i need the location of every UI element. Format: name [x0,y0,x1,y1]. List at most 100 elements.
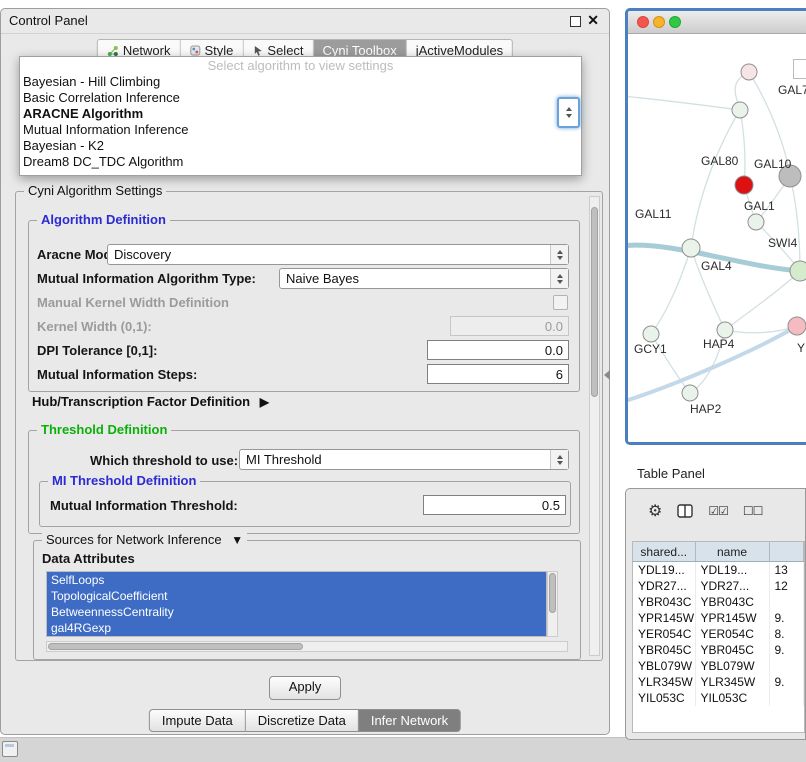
hub-definition-expander[interactable]: Hub/Transcription Factor Definition ▶ [32,394,269,409]
float-window-icon[interactable] [570,16,581,27]
gear-icon[interactable]: ⚙ [648,501,662,521]
settings-scrollbar-thumb[interactable] [591,207,598,397]
combo-stepper-icon[interactable] [550,245,568,264]
attribute-list-hscrollbar[interactable] [46,641,568,652]
table-panel-window: ⚙ ☑☑ ☐☐ shared... name YDL19...YDL19...1… [625,488,806,740]
apply-button[interactable]: Apply [269,676,341,700]
close-traffic-light[interactable] [637,16,649,28]
network-node[interactable] [790,261,806,281]
network-node[interactable] [741,64,757,80]
network-node[interactable] [735,176,753,194]
network-node[interactable] [788,317,806,335]
mi-algorithm-type-select[interactable]: Naive Bayes [279,268,569,289]
attribute-list-scrollbar-thumb[interactable] [549,573,556,613]
zoom-traffic-light[interactable] [669,16,681,28]
kernel-width-label: Kernel Width (0,1): [37,319,152,334]
aracne-mode-value: Discovery [108,247,550,262]
stepper-down-icon[interactable] [566,114,572,118]
attribute-list-scrollbar[interactable] [547,571,558,637]
mi-threshold-field[interactable]: 0.5 [423,495,566,515]
settings-scrollbar[interactable] [589,196,600,656]
table-cell: YLR345W [633,674,695,690]
columns-icon[interactable] [677,504,693,518]
table-cell: YDL19... [633,562,695,579]
expand-right-icon[interactable]: ▶ [260,395,269,409]
attribute-item[interactable]: TopologicalCoefficient [47,588,546,604]
tab-impute-data[interactable]: Impute Data [149,709,246,732]
stepper-up-icon[interactable] [566,107,572,111]
column-header-shared-name[interactable]: shared... [633,542,695,562]
minimized-panel-icon[interactable] [2,741,18,757]
dropdown-item[interactable]: Mutual Information Inference [20,122,581,138]
table-cell: YBL079W [633,658,695,674]
sources-legend[interactable]: Sources for Network Inference ▼ [42,532,247,547]
table-row[interactable]: YIL053CYIL053C [633,690,804,706]
table-cell: YBR045C [633,642,695,658]
collapse-down-icon[interactable]: ▼ [231,533,243,547]
table-header-row[interactable]: shared... name [633,542,804,562]
attribute-item[interactable]: BetweennessCentrality [47,604,546,620]
table-panel-title: Table Panel [637,466,705,481]
tab-discretize-data[interactable]: Discretize Data [246,709,359,732]
attribute-item[interactable]: SelfLoops [47,572,546,588]
splitpane-collapse-arrow[interactable] [604,370,610,380]
close-icon[interactable]: ✕ [587,12,599,29]
network-view-window: GAL7GAL80GAL10GAL11GAL1SWI4GAL4GCY1HAP4Y… [625,8,806,445]
table-cell: 13 [769,562,804,579]
table-row[interactable]: YDR27...YDR27...12 [633,578,804,594]
table-row[interactable]: YER054CYER054C8. [633,626,804,642]
table-cell: YPR145W [633,610,695,626]
aracne-mode-select[interactable]: Discovery [107,244,569,265]
column-header-name[interactable]: name [695,542,769,562]
node-table[interactable]: shared... name YDL19...YDL19...13YDR27..… [632,541,805,733]
node-label: GAL4 [701,259,732,273]
dropdown-item[interactable]: Dream8 DC_TDC Algorithm [20,154,581,170]
dropdown-item[interactable]: Bayesian - Hill Climbing [20,74,581,90]
network-canvas[interactable]: GAL7GAL80GAL10GAL11GAL1SWI4GAL4GCY1HAP4Y… [628,34,806,445]
network-node[interactable] [643,326,659,342]
network-node[interactable] [748,214,764,230]
network-node[interactable] [717,322,733,338]
algorithm-combo-stepper[interactable] [557,97,580,128]
dpi-tolerance-field[interactable]: 0.0 [427,340,569,360]
network-node[interactable] [682,239,700,257]
dropdown-item[interactable]: Basic Correlation Inference [20,90,581,106]
uncheck-all-icon[interactable]: ☐☐ [743,504,763,518]
column-header-extra[interactable] [769,542,804,562]
combo-stepper-icon[interactable] [550,450,568,469]
combo-stepper-icon[interactable] [550,269,568,288]
which-threshold-select[interactable]: MI Threshold [239,449,569,470]
table-row[interactable]: YBR045CYBR045C9. [633,642,804,658]
network-node[interactable] [732,102,748,118]
network-window-titlebar[interactable] [628,11,806,34]
table-row[interactable]: YBR043CYBR043C [633,594,804,610]
table-row[interactable]: YLR345WYLR345W9. [633,674,804,690]
manual-kernel-checkbox[interactable] [553,295,568,310]
algorithm-definition-legend: Algorithm Definition [37,212,170,227]
mi-threshold-label: Mutual Information Threshold: [50,498,238,513]
dropdown-item-selected[interactable]: ARACNE Algorithm [20,106,581,122]
control-panel-titlebar[interactable]: Control Panel ✕ [1,9,609,34]
attribute-list-hscrollbar-thumb[interactable] [48,643,303,650]
mi-type-value: Naive Bayes [280,271,550,286]
check-all-icon[interactable]: ☑☑ [708,504,728,518]
threshold-definition-legend: Threshold Definition [37,422,171,437]
style-tab-icon [190,45,201,56]
mi-steps-field[interactable]: 6 [427,364,569,384]
table-row[interactable]: YPR145WYPR145W9. [633,610,804,626]
desktop: Control Panel ✕ Network Style [0,0,806,762]
tab-infer-network[interactable]: Infer Network [359,709,461,732]
table-row[interactable]: YBL079WYBL079W [633,658,804,674]
minimize-traffic-light[interactable] [653,16,665,28]
attribute-list[interactable]: SelfLoops TopologicalCoefficient Between… [46,571,547,637]
attribute-item[interactable]: gal4RGexp [47,620,546,636]
table-row[interactable]: YDL19...YDL19...13 [633,562,804,579]
table-cell: YBR043C [633,594,695,610]
dropdown-item[interactable]: Bayesian - K2 [20,138,581,154]
hub-definition-label: Hub/Transcription Factor Definition [32,394,250,409]
mi-threshold-legend: MI Threshold Definition [48,473,200,488]
table-cell: YER054C [695,626,769,642]
table-cell: YBR045C [695,642,769,658]
kernel-width-field[interactable]: 0.0 [450,316,569,336]
network-node[interactable] [682,385,698,401]
